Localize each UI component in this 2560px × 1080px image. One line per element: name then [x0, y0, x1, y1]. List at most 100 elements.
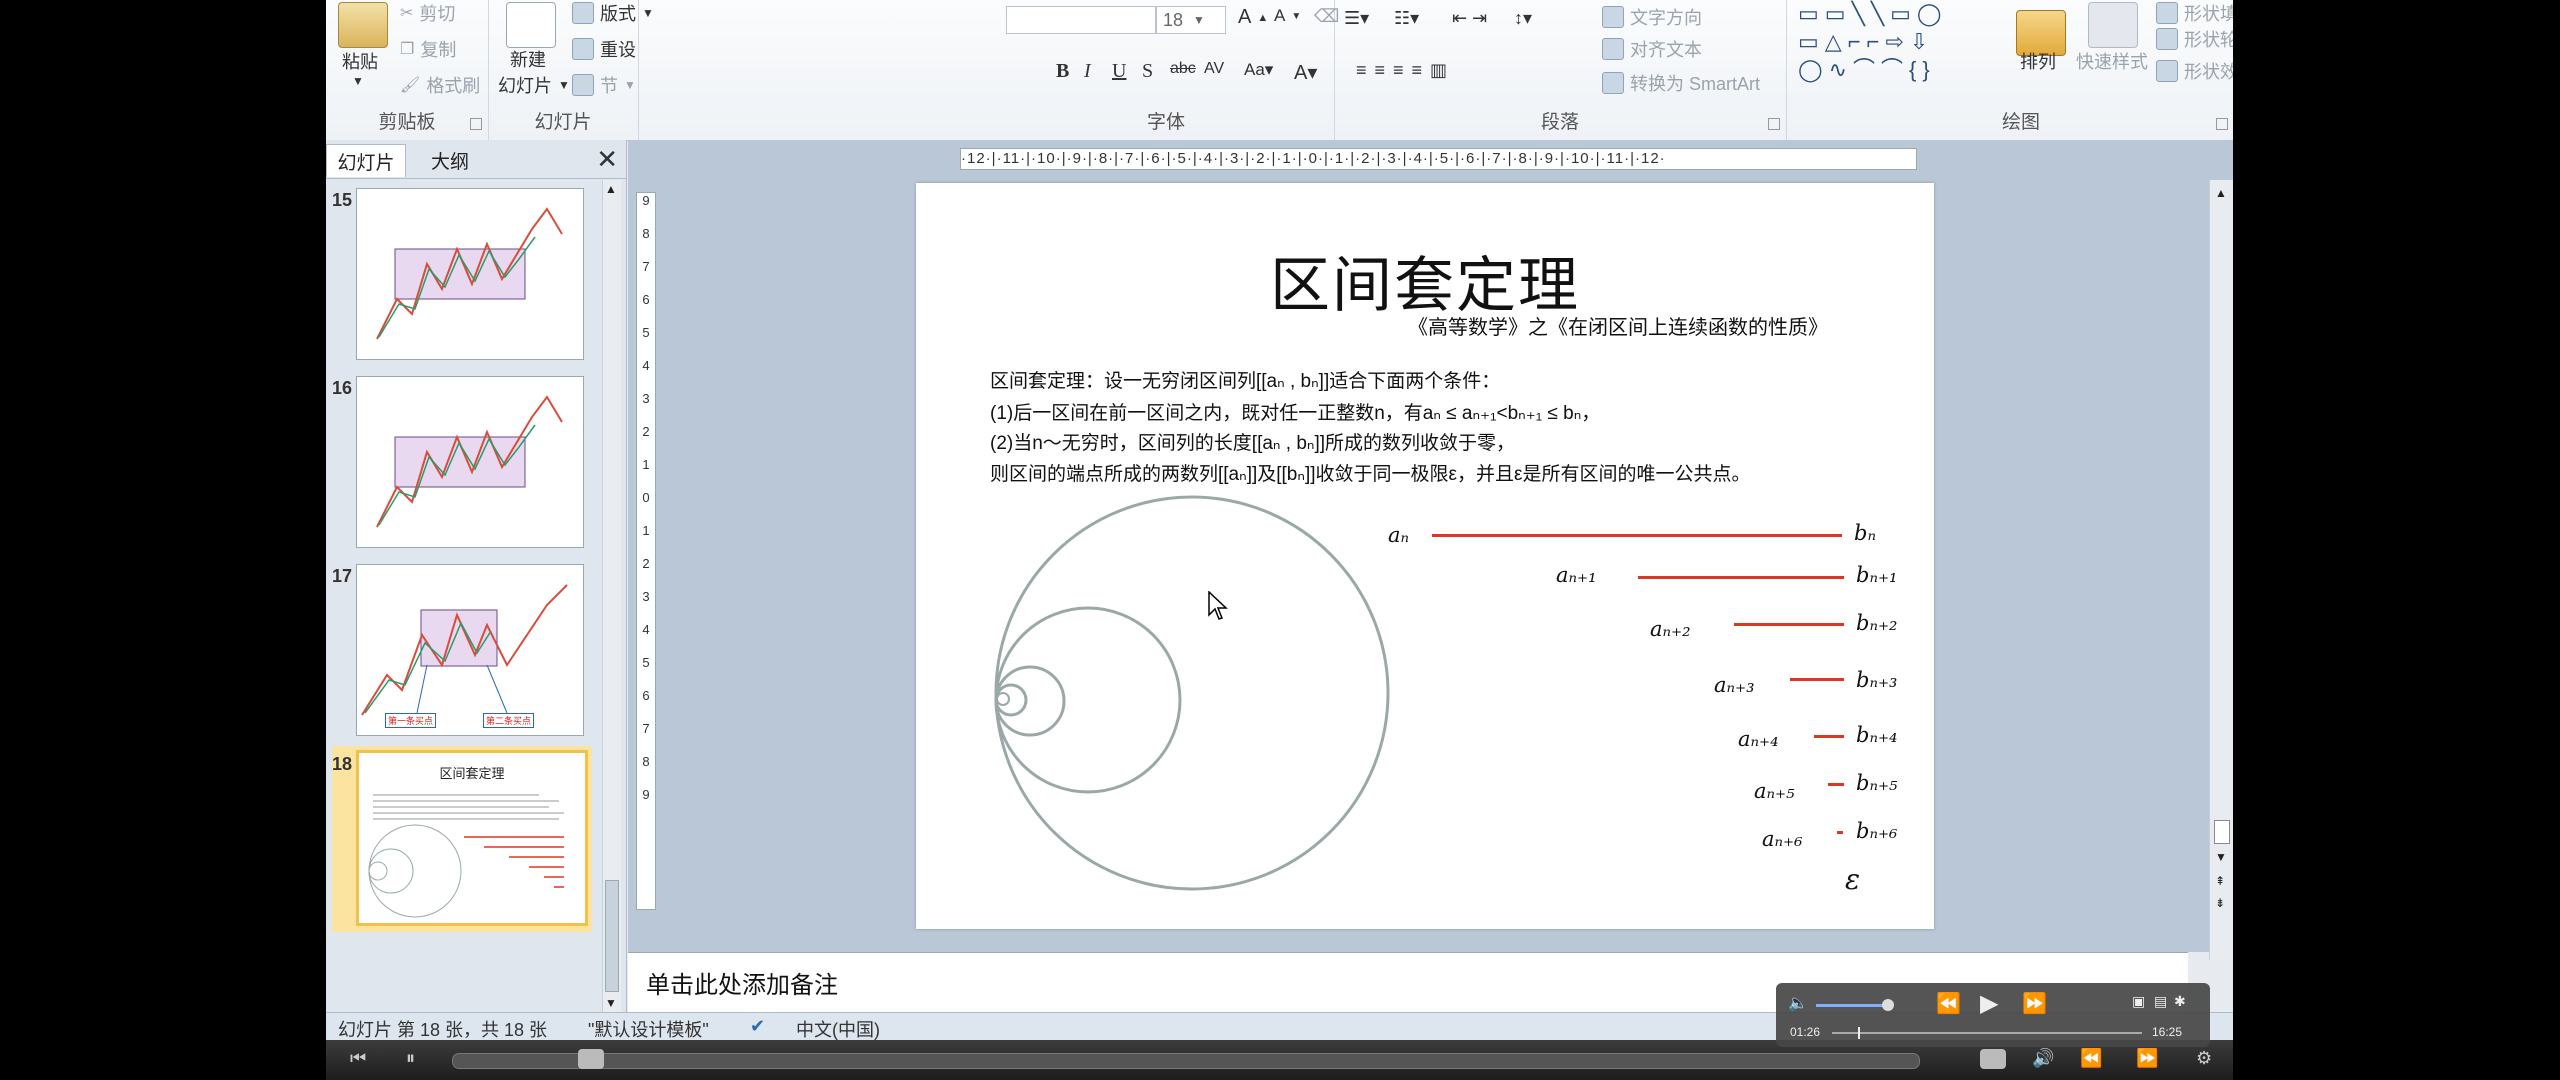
- alignment-buttons[interactable]: ≡≡≡≡▥: [1356, 60, 1455, 81]
- tab-slides[interactable]: 幻灯片: [326, 144, 406, 177]
- change-case-button[interactable]: Aa▾: [1244, 60, 1273, 80]
- copy-button[interactable]: ❐ 复制: [400, 36, 456, 62]
- grow-font-button[interactable]: A ▲: [1238, 6, 1268, 29]
- font-size-combo[interactable]: 18 ▼: [1156, 6, 1226, 34]
- settings-icon[interactable]: ✱: [2174, 993, 2186, 1010]
- arrange-button[interactable]: 排列: [2020, 48, 2056, 74]
- rewind-icon[interactable]: ⏪: [2080, 1048, 2102, 1069]
- paragraph-group: ☰▾ ☷▾ ⇤ ⇥ ↕▾ 文字方向 对齐文本 转换为 SmartArt ≡≡≡≡…: [1334, 0, 1787, 140]
- playlist-icon[interactable]: ▤: [2154, 993, 2167, 1010]
- indent-buttons[interactable]: ⇤ ⇥: [1452, 8, 1487, 29]
- slide-thumbnail-16[interactable]: [356, 376, 584, 548]
- ruler-tick: 1: [642, 523, 650, 538]
- pause-icon[interactable]: ⏸: [406, 1048, 415, 1069]
- label-a-n6: aₙ₊₆: [1762, 827, 1803, 851]
- section-button[interactable]: 节 ▼: [572, 72, 636, 98]
- scroll-up-icon[interactable]: ▲: [605, 182, 617, 196]
- spellcheck-icon[interactable]: ✔: [750, 1016, 765, 1037]
- next-slide-icon[interactable]: ⇟: [2215, 896, 2225, 910]
- align-text-button[interactable]: 对齐文本: [1602, 36, 1702, 62]
- volume-slider-knob[interactable]: [1882, 999, 1894, 1011]
- font-name-combo[interactable]: [1006, 6, 1156, 34]
- underline-button[interactable]: U: [1112, 60, 1126, 83]
- scroll-thumb[interactable]: [605, 880, 619, 992]
- italic-button[interactable]: I: [1084, 60, 1091, 83]
- smartart-button[interactable]: 转换为 SmartArt: [1602, 70, 1760, 96]
- editor-scrollbar[interactable]: ▲ ▼ ⇞ ⇟: [2209, 180, 2233, 960]
- slide-thumbnail-18[interactable]: 区间套定理: [356, 750, 588, 926]
- volume-slider[interactable]: [1816, 1004, 1886, 1007]
- notes-placeholder[interactable]: 单击此处添加备注: [646, 965, 838, 1000]
- ruler-tick: 6: [642, 292, 650, 307]
- slide-number: 18: [332, 754, 353, 774]
- numbering-button[interactable]: ☷▾: [1394, 8, 1419, 29]
- paste-button[interactable]: 粘贴: [342, 48, 378, 74]
- shadow-button[interactable]: S: [1142, 60, 1153, 83]
- clipboard-launcher[interactable]: .: [470, 118, 482, 130]
- buy-point-2-label: 第二条买点: [483, 713, 535, 728]
- new-slide-button[interactable]: 新建: [510, 46, 546, 72]
- volume-knob[interactable]: [1980, 1049, 2006, 1069]
- shape-outline-button[interactable]: 形状轮廓: [2156, 26, 2233, 52]
- scroll-thumb[interactable]: [2214, 820, 2230, 844]
- scroll-up-icon[interactable]: ▲: [2215, 186, 2227, 200]
- tab-outline[interactable]: 大纲: [410, 144, 490, 176]
- circle-3: [994, 665, 1066, 737]
- settings-icon[interactable]: ⚙: [2196, 1048, 2212, 1069]
- prev-slide-icon[interactable]: ⇞: [2215, 874, 2225, 888]
- shape-fill-button[interactable]: 形状填充: [2156, 0, 2233, 26]
- line-spacing-button[interactable]: ↕▾: [1514, 8, 1532, 29]
- language-status[interactable]: 中文(中国): [796, 1016, 880, 1042]
- volume-icon[interactable]: 🔊: [2032, 1048, 2054, 1069]
- format-painter-button[interactable]: 🖌 格式刷: [400, 72, 480, 98]
- strikethrough-button[interactable]: abc: [1170, 60, 1196, 78]
- quick-styles-button[interactable]: 快速样式: [2076, 48, 2148, 74]
- theme-status[interactable]: "默认设计模板": [588, 1016, 709, 1042]
- limit-epsilon: ε: [1845, 863, 1861, 896]
- slide-thumbnail-15[interactable]: [356, 188, 584, 360]
- horizontal-ruler[interactable]: ·12·|·11·|·10·|·9·|·8·|·7·|·6·|·5·|·4·|·…: [960, 148, 1917, 170]
- overlay-progress-track[interactable]: [1832, 1032, 2142, 1034]
- drawing-group-label: 绘图: [2001, 112, 2040, 133]
- bullets-button[interactable]: ☰▾: [1344, 8, 1369, 29]
- text-direction-button[interactable]: 文字方向: [1602, 4, 1702, 30]
- skip-back-icon[interactable]: ⏮: [350, 1048, 366, 1069]
- shape-effects-button[interactable]: 形状效果: [2156, 58, 2233, 84]
- shapes-gallery[interactable]: ▭▭╲╲▭◯ ▭△⌐⌐⇨⇩ ◯∿⌒⌒{}: [1798, 0, 1998, 82]
- paragraph-launcher[interactable]: .: [1768, 118, 1780, 130]
- slide-canvas[interactable]: 区间套定理 《高等数学》之《在闭区间上连续函数的性质》 区间套定理：设一无穷闭区…: [916, 183, 1934, 929]
- scroll-down-icon[interactable]: ▼: [2215, 850, 2227, 864]
- slide-thumbnail-17[interactable]: 第一条买点 第二条买点: [356, 564, 584, 736]
- forward-icon[interactable]: ⏩: [2136, 1048, 2158, 1069]
- ruler-tick: 8: [642, 754, 650, 769]
- overlay-progress-knob[interactable]: [1858, 1027, 1860, 1039]
- outline-icon: [2156, 28, 2178, 50]
- vertical-ruler[interactable]: 9 8 7 6 5 4 3 2 1 0 1 2 3 4 5 6 7 8 9: [636, 192, 656, 910]
- total-time: 16:25: [2152, 1025, 2183, 1039]
- reset-button[interactable]: 重设: [572, 36, 636, 62]
- shrink-font-button[interactable]: A ▼: [1274, 6, 1301, 26]
- char-spacing-button[interactable]: AV: [1204, 60, 1224, 78]
- font-color-button[interactable]: A▾: [1294, 60, 1317, 85]
- volume-icon[interactable]: 🔈: [1788, 993, 1808, 1013]
- rewind-icon[interactable]: ⏪: [1936, 991, 1961, 1016]
- video-progress-knob[interactable]: [578, 1049, 604, 1069]
- window-mode-icon[interactable]: ▣: [2132, 993, 2145, 1010]
- new-slide-dropdown[interactable]: 幻灯片 ▼: [498, 72, 570, 98]
- close-icon[interactable]: ✕: [596, 144, 618, 175]
- ruler-tick: 2: [642, 556, 650, 571]
- cut-button[interactable]: ✂ 剪切: [400, 0, 455, 26]
- buy-point-1-label: 第一条买点: [385, 713, 437, 728]
- play-icon[interactable]: ▶: [1980, 989, 1998, 1018]
- fast-forward-icon[interactable]: ⏩: [2022, 991, 2047, 1016]
- current-time: 01:26: [1790, 1025, 1821, 1039]
- label-a-n5: aₙ₊₅: [1754, 779, 1795, 803]
- quick-styles-icon: [2088, 2, 2138, 48]
- paste-dropdown-icon[interactable]: ▼: [352, 74, 364, 88]
- video-progress-track[interactable]: [452, 1053, 1920, 1069]
- slides-group-label: 幻灯片: [534, 112, 592, 133]
- thumbnail-scrollbar[interactable]: ▲ ▼: [602, 180, 621, 1012]
- font-group-label: 字体: [1146, 112, 1185, 133]
- bold-button[interactable]: B: [1056, 60, 1069, 83]
- scroll-down-icon[interactable]: ▼: [605, 996, 617, 1010]
